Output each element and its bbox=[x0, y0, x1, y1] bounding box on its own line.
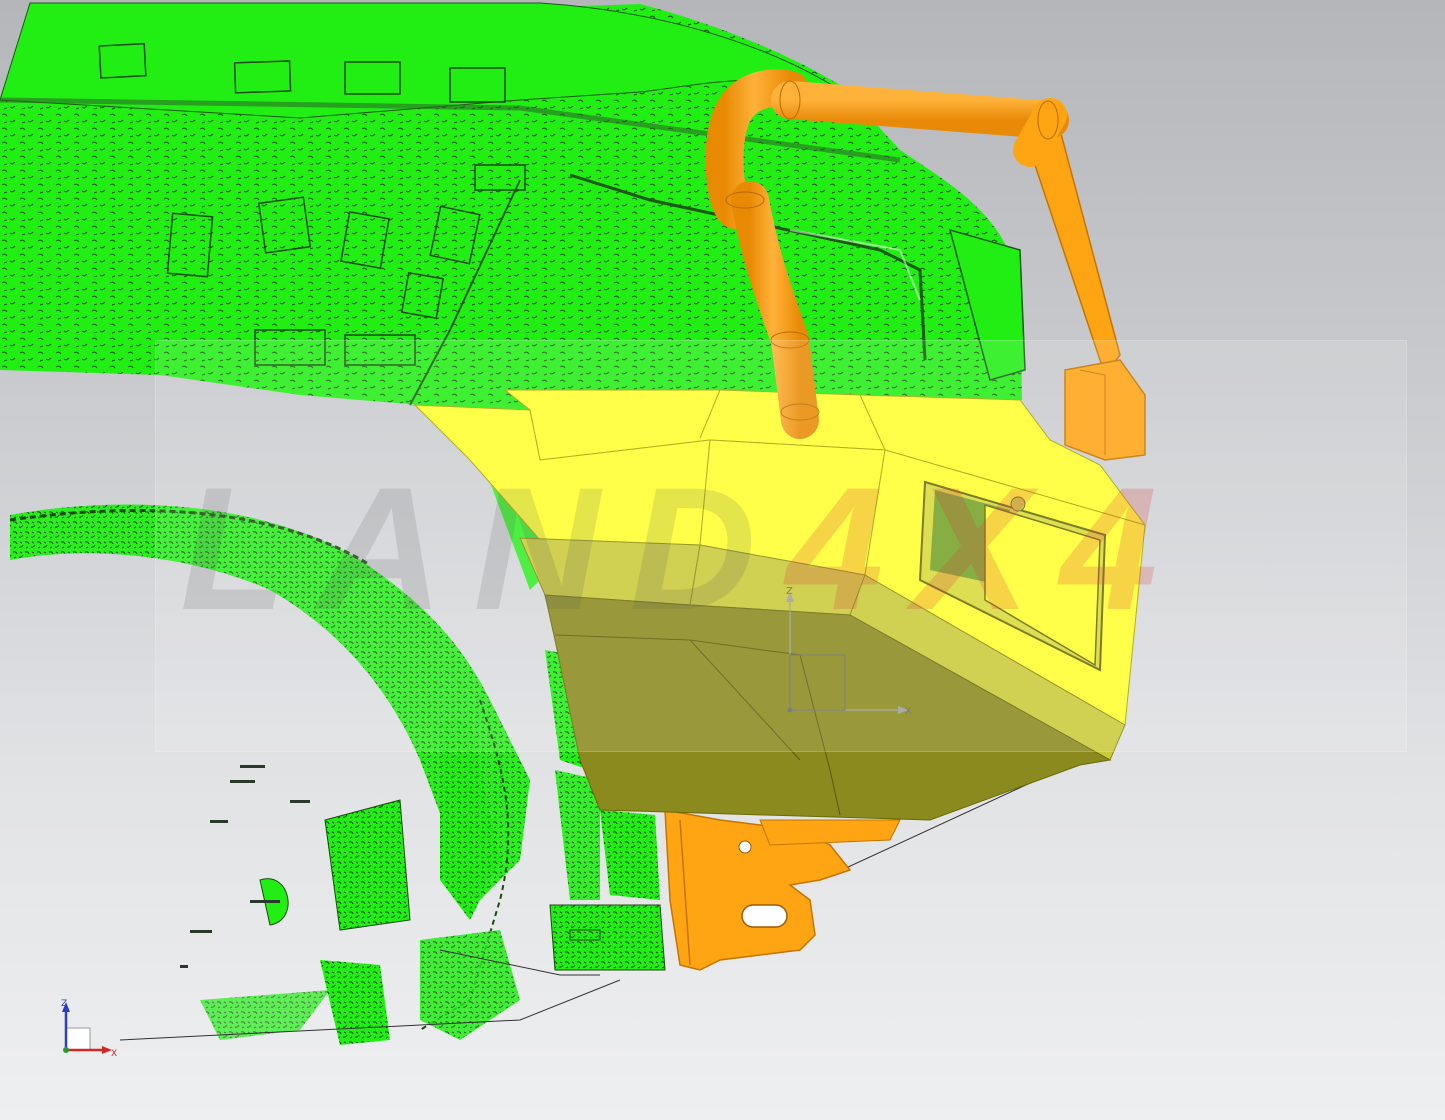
triad-x-label: X bbox=[111, 1049, 117, 1059]
view-triad[interactable]: Z X bbox=[61, 999, 117, 1059]
triad-z-label: Z bbox=[61, 999, 67, 1009]
cad-3d-viewport[interactable]: LAND4X4 Z X Z X bbox=[0, 0, 1445, 1120]
watermark-panel bbox=[155, 340, 1407, 752]
mount-bracket bbox=[664, 809, 901, 971]
